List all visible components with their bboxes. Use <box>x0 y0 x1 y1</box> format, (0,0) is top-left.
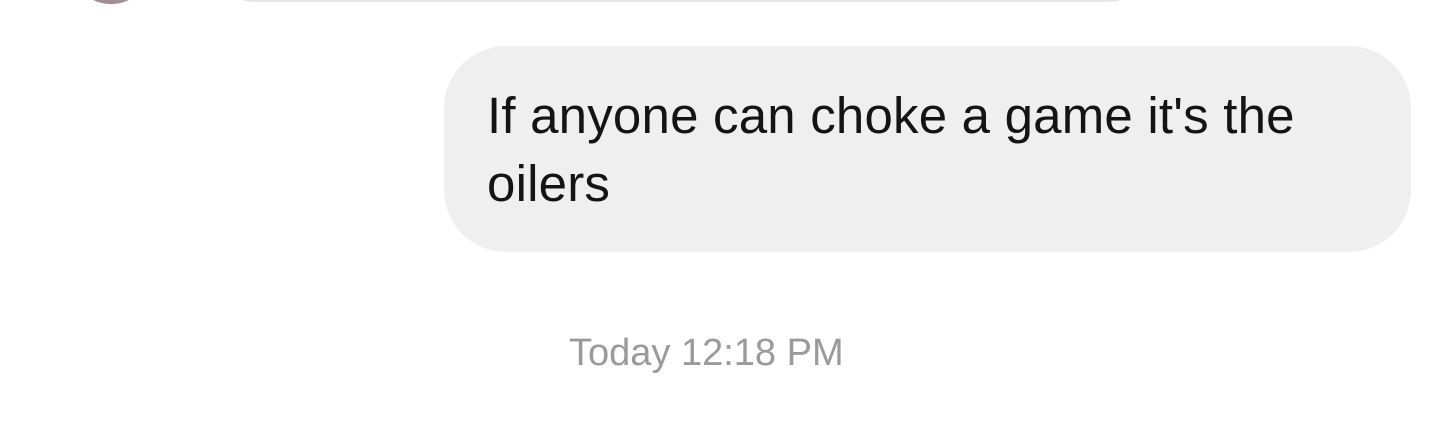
previous-message-bubble[interactable] <box>222 0 1140 2</box>
message-bubble[interactable]: If anyone can choke a game it's the oile… <box>444 46 1411 252</box>
message-timestamp: Today 12:18 PM <box>569 332 844 374</box>
avatar[interactable] <box>80 0 142 4</box>
message-text: If anyone can choke a game it's the oile… <box>487 87 1295 212</box>
